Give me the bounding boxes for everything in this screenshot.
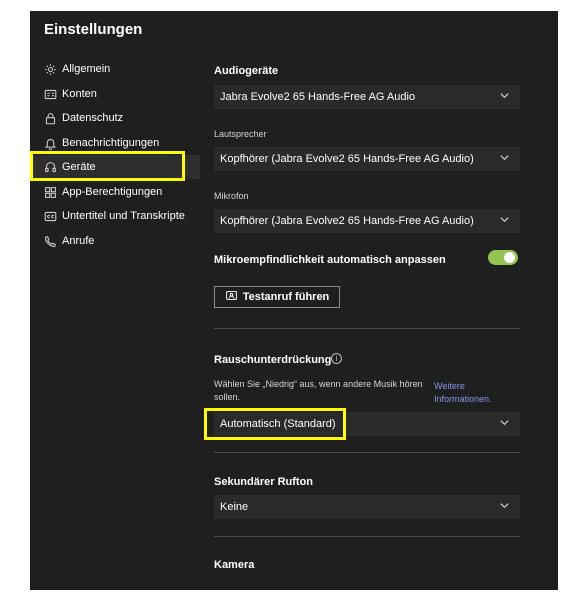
chevron-down-icon: [499, 152, 510, 166]
sidebar-item-label: Datenschutz: [62, 112, 124, 124]
dropdown-value: Automatisch (Standard): [220, 418, 336, 430]
chevron-down-icon: [499, 500, 510, 514]
sidebar-item-datenschutz[interactable]: Datenschutz: [30, 106, 200, 130]
noise-heading: Rauschunterdrückung: [214, 354, 332, 366]
auto-adjust-toggle[interactable]: [488, 250, 518, 265]
chevron-down-icon: [499, 417, 510, 431]
noise-dropdown[interactable]: Automatisch (Standard): [214, 412, 520, 436]
mic-dropdown[interactable]: Kopfhörer (Jabra Evolve2 65 Hands-Free A…: [214, 209, 520, 233]
toggle-knob: [504, 252, 515, 263]
sidebar-item-app-berechtigungen[interactable]: App-Berechtigungen: [30, 180, 200, 204]
sidebar-item-untertitel[interactable]: Untertitel und Transkripte: [30, 204, 200, 228]
lock-icon: [44, 112, 57, 125]
sidebar-item-allgemein[interactable]: Allgemein: [30, 57, 200, 81]
window-title: Einstellungen: [44, 21, 143, 38]
dropdown-value: Kopfhörer (Jabra Evolve2 65 Hands-Free A…: [220, 153, 474, 165]
grid-icon: [44, 186, 57, 199]
gear-icon: [44, 63, 57, 76]
noise-description: Wählen Sie „Niedrig“ aus, wenn andere Mu…: [214, 379, 423, 402]
sidebar-item-anrufe[interactable]: Anrufe: [30, 229, 200, 253]
chevron-down-icon: [499, 90, 510, 104]
sidebar-item-label: Untertitel und Transkripte: [62, 210, 185, 222]
bell-icon: [44, 137, 57, 150]
speaker-dropdown[interactable]: Kopfhörer (Jabra Evolve2 65 Hands-Free A…: [214, 147, 520, 171]
audio-device-dropdown[interactable]: Jabra Evolve2 65 Hands-Free AG Audio: [214, 85, 520, 109]
sidebar-item-konten[interactable]: Konten: [30, 82, 200, 106]
sidebar-item-label: App-Berechtigungen: [62, 186, 163, 198]
test-call-icon: [225, 289, 238, 305]
ringtone-heading: Sekundärer Rufton: [214, 476, 314, 488]
speaker-label: Lautsprecher: [214, 129, 267, 139]
section-divider: [214, 536, 520, 537]
section-divider: [214, 452, 520, 453]
sidebar-item-label: Geräte: [62, 161, 96, 173]
sidebar-item-benachrichtigungen[interactable]: Benachrichtigungen: [30, 131, 200, 155]
audio-devices-heading: Audiogeräte: [214, 65, 279, 77]
sidebar-item-label: Allgemein: [62, 63, 111, 75]
settings-window: Einstellungen Allgemein Konten Datenschu…: [30, 11, 558, 590]
info-icon[interactable]: i: [331, 353, 342, 364]
dropdown-value: Keine: [220, 501, 249, 513]
mic-label: Mikrofon: [214, 191, 249, 201]
dropdown-value: Jabra Evolve2 65 Hands-Free AG Audio: [220, 91, 416, 103]
section-divider: [214, 328, 520, 329]
sidebar-item-label: Benachrichtigungen: [62, 137, 160, 149]
headset-icon: [44, 161, 57, 174]
chevron-down-icon: [499, 214, 510, 228]
cc-icon: [44, 210, 57, 223]
id-card-icon: [44, 88, 57, 101]
sidebar-item-label: Konten: [62, 88, 97, 100]
test-call-button[interactable]: Testanruf führen: [214, 286, 340, 308]
auto-adjust-label: Mikroempfindlichkeit automatisch anpasse…: [214, 254, 446, 266]
sidebar-item-geraete[interactable]: Geräte: [30, 155, 200, 179]
sidebar-item-label: Anrufe: [62, 235, 95, 247]
camera-heading: Kamera: [214, 559, 255, 571]
phone-icon: [44, 235, 57, 248]
ringtone-dropdown[interactable]: Keine: [214, 495, 520, 519]
dropdown-value: Kopfhörer (Jabra Evolve2 65 Hands-Free A…: [220, 215, 474, 227]
more-info-link[interactable]: Weitere Informationen.: [434, 380, 506, 406]
test-call-label: Testanruf führen: [242, 291, 330, 303]
